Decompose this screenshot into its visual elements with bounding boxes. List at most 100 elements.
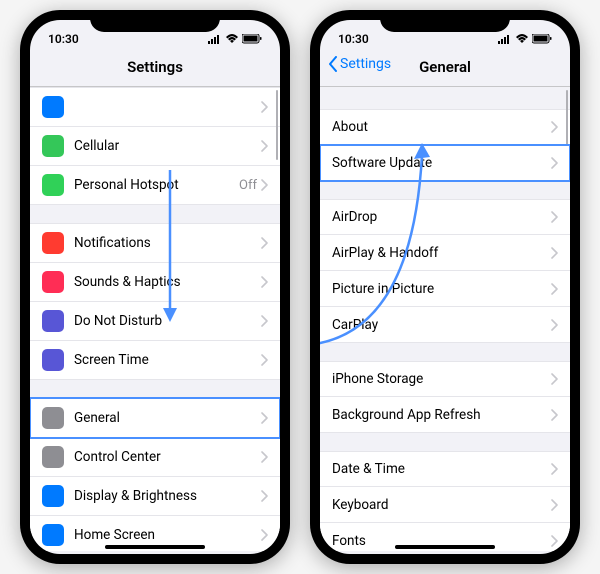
general-row-picture-in-picture[interactable]: Picture in Picture [320, 271, 570, 307]
settings-row-item[interactable] [30, 87, 280, 127]
chevron-right-icon [261, 354, 268, 366]
settings-list[interactable]: Cellular Personal HotspotOff Notifications… [30, 87, 280, 551]
status-time: 10:30 [338, 32, 369, 46]
screen-general: 10:30 Settings General About Software Upd… [320, 20, 570, 554]
chevron-right-icon [261, 179, 268, 191]
chevron-right-icon [261, 529, 268, 541]
row-label: Do Not Disturb [74, 313, 261, 329]
nav-bar-settings: Settings [30, 52, 280, 87]
settings-row-cellular[interactable]: Cellular [30, 127, 280, 166]
homescreen-icon [42, 524, 64, 546]
screen-settings: 10:30 Settings Cellular Personal HotspotO… [30, 20, 280, 554]
row-label: Date & Time [332, 461, 551, 477]
general-row-date-time[interactable]: Date & Time [320, 451, 570, 487]
battery-icon [532, 34, 552, 44]
general-row-software-update[interactable]: Software Update [320, 145, 570, 181]
screentime-icon [42, 349, 64, 371]
chevron-right-icon [261, 315, 268, 327]
settings-row-display-brightness[interactable]: Display & Brightness [30, 477, 280, 516]
home-indicator [395, 545, 495, 549]
chevron-right-icon [551, 211, 558, 223]
general-row-airplay-handoff[interactable]: AirPlay & Handoff [320, 235, 570, 271]
row-label: Display & Brightness [74, 488, 261, 504]
general-row-about[interactable]: About [320, 109, 570, 145]
nav-bar-general: Settings General [320, 52, 570, 87]
wifi-icon [515, 34, 529, 44]
row-label: Cellular [74, 138, 261, 154]
chevron-right-icon [261, 412, 268, 424]
general-row-background-app-refresh[interactable]: Background App Refresh [320, 397, 570, 433]
row-label: Control Center [74, 449, 261, 465]
notch [380, 10, 510, 32]
nav-title: Settings [40, 58, 270, 76]
chevron-right-icon [261, 490, 268, 502]
row-label: Software Update [332, 155, 551, 171]
general-row-keyboard[interactable]: Keyboard [320, 487, 570, 523]
battery-icon [242, 34, 262, 44]
dnd-icon [42, 310, 64, 332]
row-label: iPhone Storage [332, 371, 551, 387]
chevron-right-icon [551, 499, 558, 511]
chevron-right-icon [551, 409, 558, 421]
chevron-left-icon [328, 56, 338, 72]
row-label: Background App Refresh [332, 407, 551, 423]
row-label: AirPlay & Handoff [332, 245, 551, 261]
notifications-icon [42, 232, 64, 254]
row-label: Personal Hotspot [74, 177, 239, 193]
row-label: Home Screen [74, 527, 261, 543]
general-list[interactable]: About Software Update AirDrop AirPlay & Han… [320, 87, 570, 551]
settings-row-sounds-haptics[interactable]: Sounds & Haptics [30, 263, 280, 302]
controlcenter-icon [42, 446, 64, 468]
status-time: 10:30 [48, 32, 79, 46]
general-icon [42, 407, 64, 429]
home-indicator [105, 545, 205, 549]
status-right [498, 34, 552, 44]
chevron-right-icon [551, 247, 558, 259]
settings-row-screen-time[interactable]: Screen Time [30, 341, 280, 380]
status-right [208, 34, 262, 44]
display-icon [42, 485, 64, 507]
row-detail: Off [239, 178, 257, 193]
row-label: About [332, 119, 551, 135]
settings-row-do-not-disturb[interactable]: Do Not Disturb [30, 302, 280, 341]
settings-row-general[interactable]: General [30, 398, 280, 438]
chevron-right-icon [261, 101, 268, 113]
scroll-indicator[interactable] [276, 90, 279, 160]
cellular-icon [42, 135, 64, 157]
chevron-right-icon [551, 157, 558, 169]
row-label: Keyboard [332, 497, 551, 513]
settings-row-personal-hotspot[interactable]: Personal HotspotOff [30, 166, 280, 205]
signal-icon [208, 35, 222, 44]
settings-row-notifications[interactable]: Notifications [30, 223, 280, 263]
row-label: Notifications [74, 235, 261, 251]
back-button[interactable]: Settings [328, 56, 391, 72]
row-label: AirDrop [332, 209, 551, 225]
chevron-right-icon [551, 373, 558, 385]
general-row-carplay[interactable]: CarPlay [320, 307, 570, 343]
row-label: Screen Time [74, 352, 261, 368]
row-label: Picture in Picture [332, 281, 551, 297]
signal-icon [498, 35, 512, 44]
sounds-icon [42, 271, 64, 293]
row-label: CarPlay [332, 317, 551, 333]
row-label: General [74, 410, 261, 426]
phone-settings: 10:30 Settings Cellular Personal HotspotO… [20, 10, 290, 564]
chevron-right-icon [261, 140, 268, 152]
wifi-icon [225, 34, 239, 44]
chevron-right-icon [261, 276, 268, 288]
general-row-iphone-storage[interactable]: iPhone Storage [320, 361, 570, 397]
settings-row-control-center[interactable]: Control Center [30, 438, 280, 477]
row-label: Sounds & Haptics [74, 274, 261, 290]
chevron-right-icon [261, 451, 268, 463]
bluetooth-icon [42, 96, 64, 118]
phone-general: 10:30 Settings General About Software Upd… [310, 10, 580, 564]
back-label: Settings [340, 56, 391, 72]
hotspot-icon [42, 174, 64, 196]
chevron-right-icon [551, 121, 558, 133]
chevron-right-icon [551, 319, 558, 331]
chevron-right-icon [261, 237, 268, 249]
notch [90, 10, 220, 32]
general-row-airdrop[interactable]: AirDrop [320, 199, 570, 235]
chevron-right-icon [551, 535, 558, 547]
chevron-right-icon [551, 463, 558, 475]
